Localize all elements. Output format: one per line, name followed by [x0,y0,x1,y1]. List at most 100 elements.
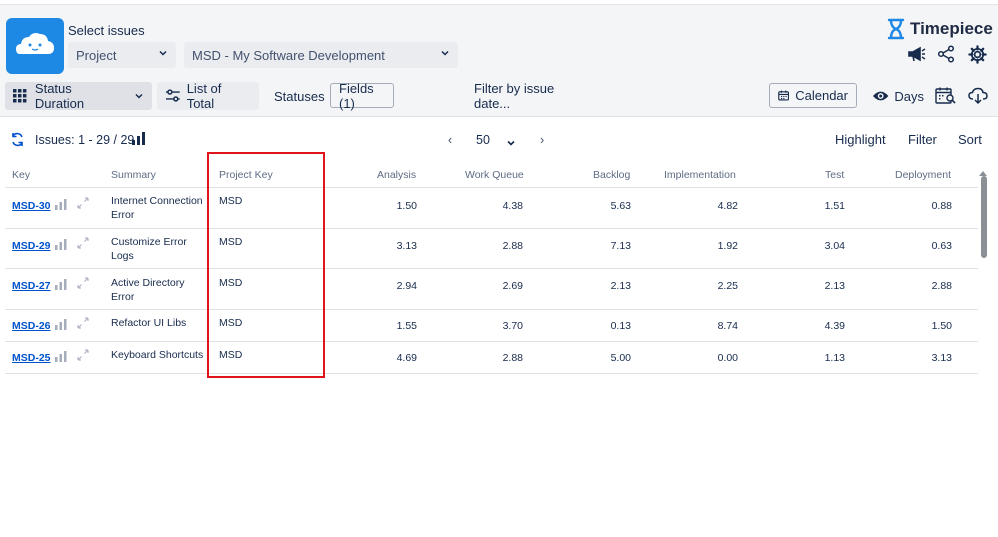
fields-label: Fields (1) [339,80,374,111]
column-header[interactable]: Deployment [895,169,951,181]
analysis-cell: 1.50 [396,200,417,212]
days-label: Days [894,88,924,104]
test-cell: 2.13 [824,280,845,292]
expand-icon[interactable] [77,316,89,329]
select-issues-label: Select issues [68,23,145,38]
expand-icon[interactable] [77,236,89,249]
table-row: MSD-25 Keyboard Shortcuts MSD 4.69 2.88 … [5,342,978,374]
status-duration-label: Status Duration [34,81,85,111]
work-queue-cell: 2.69 [502,280,523,292]
filter-button[interactable]: Filter [908,132,937,147]
column-header[interactable]: Backlog [593,169,630,181]
issues-bar: Issues: 1 - 29 / 29 ‹ 50 › Highlight Fil… [0,125,998,155]
filter-by-date-label: Filter by issue date... [474,81,555,111]
fields-button[interactable]: Fields (1) [330,80,394,111]
bar-chart-icon[interactable] [55,317,67,330]
brand-name: Timepiece [910,19,993,38]
issue-key-link[interactable]: MSD-29 [12,239,51,253]
bar-chart-icon[interactable] [55,277,67,290]
statuses-button[interactable]: Statuses [266,82,325,110]
announcement-icon[interactable] [906,45,926,65]
issue-key-link[interactable]: MSD-27 [12,279,51,293]
project-type-value: Project [76,48,117,63]
calendar-icon [778,90,790,101]
share-icon[interactable] [937,45,955,65]
work-queue-cell: 2.88 [502,240,523,252]
issue-key-link[interactable]: MSD-30 [12,199,51,213]
backlog-cell: 5.63 [610,200,631,212]
refresh-icon[interactable] [10,132,25,152]
deployment-cell: 0.63 [931,240,952,252]
next-page-icon[interactable]: › [540,133,544,147]
summary-line: Internet Connection [111,195,203,207]
work-queue-cell: 2.88 [502,352,523,364]
project-key-cell: MSD [219,277,243,289]
test-cell: 1.51 [824,200,845,212]
column-header[interactable]: Implementation [664,169,736,181]
issue-key-link[interactable]: MSD-25 [12,351,51,365]
deployment-cell: 3.13 [931,352,952,364]
grid-icon [13,89,27,103]
hourglass-icon [887,18,905,40]
column-header[interactable]: Work Queue [465,169,524,181]
project-select-value: MSD - My Software Development [192,48,385,63]
app-logo [6,18,64,74]
expand-icon[interactable] [77,276,89,289]
table-row: MSD-30 Internet Connection Error MSD 1.5… [5,188,978,229]
chevron-down-icon [135,93,143,99]
days-button[interactable]: Days [870,82,926,110]
summary-line: Keyboard Shortcuts [111,349,204,361]
test-cell: 1.13 [824,352,845,364]
work-queue-cell: 3.70 [502,320,523,332]
issue-key-link[interactable]: MSD-26 [12,319,51,333]
eye-icon [872,91,889,101]
project-type-dropdown[interactable]: Project [68,42,176,68]
chevron-down-icon [440,48,450,61]
list-of-total-button[interactable]: List of Total [157,81,259,111]
deployment-cell: 0.88 [931,200,952,212]
deployment-cell: 2.88 [931,280,952,292]
bar-chart-icon[interactable] [55,237,67,250]
table-header-row: Key Summary Project Key Analysis Work Qu… [5,162,978,188]
project-key-cell: MSD [219,195,243,207]
timepiece-app: Select issues Project MSD - My Software … [0,0,998,537]
calendar-search-icon[interactable] [935,87,957,110]
summary-line: Refactor UI Libs [111,317,187,329]
calendar-button[interactable]: Calendar [769,83,857,108]
cloud-download-icon[interactable] [968,87,988,110]
deployment-cell: 1.50 [931,320,952,332]
implementation-cell: 4.82 [717,200,738,212]
column-header[interactable]: Analysis [377,169,416,181]
chevron-down-icon [158,48,168,61]
backlog-cell: 2.13 [610,280,631,292]
settings-icon[interactable] [968,45,987,65]
page-size-select[interactable]: 50 [476,133,490,147]
table-row: MSD-27 Active Directory Error MSD 2.94 2… [5,269,978,310]
scrollbar-thumb[interactable] [981,176,987,258]
project-key-cell: MSD [219,317,243,329]
brand-logo: Timepiece [886,17,993,41]
cloud-icon [16,33,54,54]
sliders-icon [165,89,180,102]
bar-chart-icon[interactable] [55,197,67,210]
page-size-value: 50 [476,133,490,147]
column-header[interactable]: Summary [111,169,156,181]
project-select-dropdown[interactable]: MSD - My Software Development [184,42,458,68]
bar-chart-icon[interactable] [55,349,67,362]
summary-line: Error [111,209,135,221]
sort-button[interactable]: Sort [958,132,982,147]
prev-page-icon[interactable]: ‹ [448,133,452,147]
column-header[interactable]: Project Key [219,169,273,181]
expand-icon[interactable] [77,348,89,361]
bar-chart-icon[interactable] [132,132,145,150]
highlight-button[interactable]: Highlight [835,132,886,147]
work-queue-cell: 4.38 [502,200,523,212]
chevron-down-icon[interactable] [506,135,516,153]
expand-icon[interactable] [77,196,89,209]
summary-line: Logs [111,250,134,262]
test-cell: 3.04 [824,240,845,252]
status-duration-button[interactable]: Status Duration [5,81,152,111]
column-header[interactable]: Test [825,169,844,181]
column-header[interactable]: Key [12,169,30,181]
filter-by-date-button[interactable]: Filter by issue date... [466,81,594,111]
